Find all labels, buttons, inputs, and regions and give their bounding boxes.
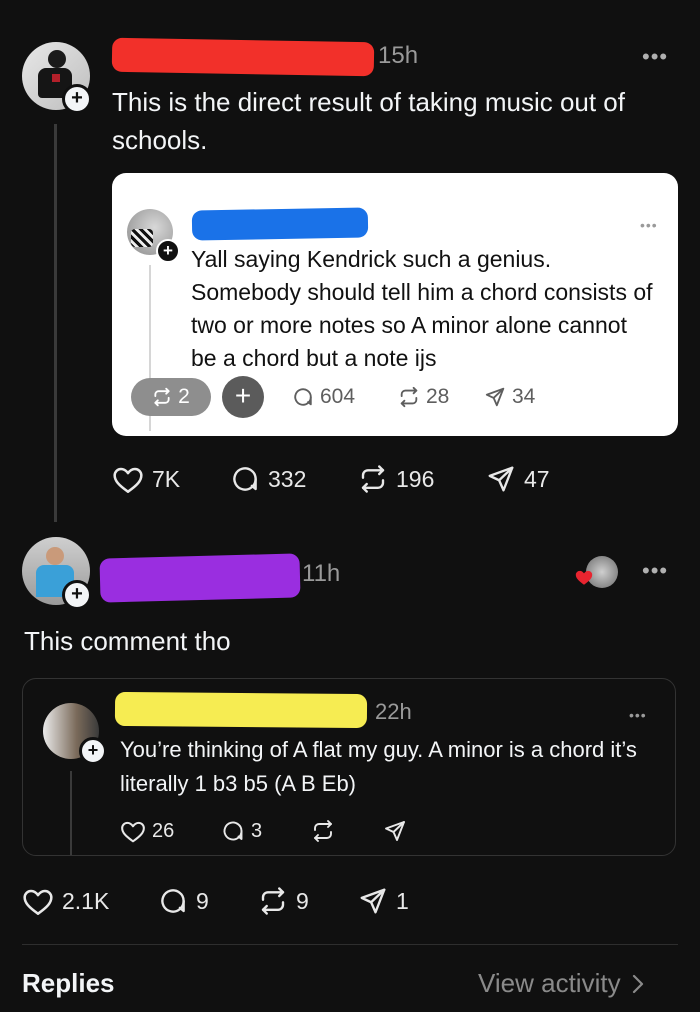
post-time: 15h — [378, 42, 419, 69]
heart-icon — [113, 467, 143, 493]
comment-icon — [294, 388, 312, 406]
comment-icon — [161, 889, 185, 913]
share-stat[interactable]: 34 — [484, 385, 535, 409]
more-options-icon[interactable]: ••• — [642, 560, 668, 582]
share-count: 34 — [512, 385, 536, 408]
add-reply-button[interactable]: + — [222, 376, 264, 418]
comment-icon — [223, 821, 243, 841]
share-stat[interactable] — [383, 819, 407, 843]
quoted-post-card[interactable]: + 22h ••• You’re thinking of A flat my g… — [22, 678, 676, 856]
quoted-post-card[interactable]: + ••• Yall saying Kendrick such a genius… — [112, 173, 678, 436]
redacted-username — [114, 691, 368, 729]
reply-count: 3 — [251, 819, 263, 842]
reply-stat[interactable]: 604 — [292, 385, 355, 409]
reply-count: 332 — [268, 465, 307, 492]
repost-stat[interactable] — [311, 819, 335, 843]
share-count: 1 — [396, 887, 409, 914]
repost-icon — [314, 820, 332, 842]
more-options-icon[interactable]: ••• — [629, 707, 647, 723]
repost-icon — [361, 465, 385, 493]
redacted-username — [99, 553, 301, 603]
share-icon — [360, 888, 386, 914]
like-stat[interactable]: 7K — [112, 464, 180, 494]
post-time: 22h — [375, 699, 412, 724]
reply-count: 2 — [178, 385, 190, 408]
share-icon — [385, 821, 405, 841]
like-count: 7K — [152, 465, 181, 492]
reply-stat[interactable]: 9 — [158, 886, 209, 916]
like-count: 2.1K — [62, 887, 110, 914]
view-activity-label: View activity — [478, 968, 621, 998]
quoted-text: Yall saying Kendrick such a genius. Some… — [191, 246, 653, 371]
divider — [22, 944, 678, 945]
reply-count: 604 — [320, 385, 356, 408]
chevron-right-icon — [632, 974, 643, 993]
follow-plus-icon[interactable]: + — [156, 239, 180, 263]
thread-line — [54, 124, 57, 522]
share-stat[interactable]: 47 — [486, 464, 550, 494]
share-count: 47 — [524, 465, 550, 492]
repost-icon — [261, 887, 285, 915]
comment-icon — [233, 467, 257, 491]
reply-count: 9 — [196, 887, 209, 914]
repost-count: 9 — [296, 887, 309, 914]
more-options-icon[interactable]: ••• — [640, 217, 658, 233]
heart-icon — [23, 889, 53, 915]
like-stat[interactable]: 26 — [120, 819, 174, 843]
repost-stat[interactable]: 196 — [358, 464, 434, 494]
replies-heading[interactable]: Replies — [22, 968, 115, 999]
more-options-icon[interactable]: ••• — [642, 46, 668, 68]
follow-plus-icon[interactable]: + — [79, 737, 107, 765]
quoted-text: You’re thinking of A flat my guy. A mino… — [120, 737, 637, 796]
share-icon — [485, 387, 505, 407]
share-stat[interactable]: 1 — [358, 886, 409, 916]
heart-icon — [121, 821, 145, 843]
post-text: This comment tho — [24, 626, 231, 656]
redacted-username — [191, 207, 369, 241]
post-time: 11h — [302, 560, 341, 587]
repost-count: 28 — [426, 385, 450, 408]
repost-count: 196 — [396, 465, 435, 492]
post-text: This is the direct result of taking musi… — [112, 87, 625, 155]
repost-icon — [400, 386, 418, 408]
reply-count-pill[interactable]: 2 — [131, 378, 211, 416]
like-stat[interactable]: 2.1K — [22, 886, 109, 916]
like-count: 26 — [152, 819, 175, 842]
reply-stat[interactable]: 3 — [221, 819, 262, 843]
repost-icon — [154, 387, 170, 407]
thread-line — [70, 771, 72, 855]
reply-stat[interactable]: 332 — [230, 464, 306, 494]
view-activity-link[interactable]: View activity — [478, 968, 645, 999]
heart-filled-icon — [575, 570, 593, 585]
redacted-username — [111, 37, 375, 77]
repost-stat[interactable]: 9 — [258, 886, 309, 916]
follow-plus-icon[interactable]: + — [62, 84, 92, 114]
follow-plus-icon[interactable]: + — [62, 580, 92, 610]
share-icon — [488, 466, 514, 492]
repost-stat[interactable]: 28 — [398, 385, 449, 409]
